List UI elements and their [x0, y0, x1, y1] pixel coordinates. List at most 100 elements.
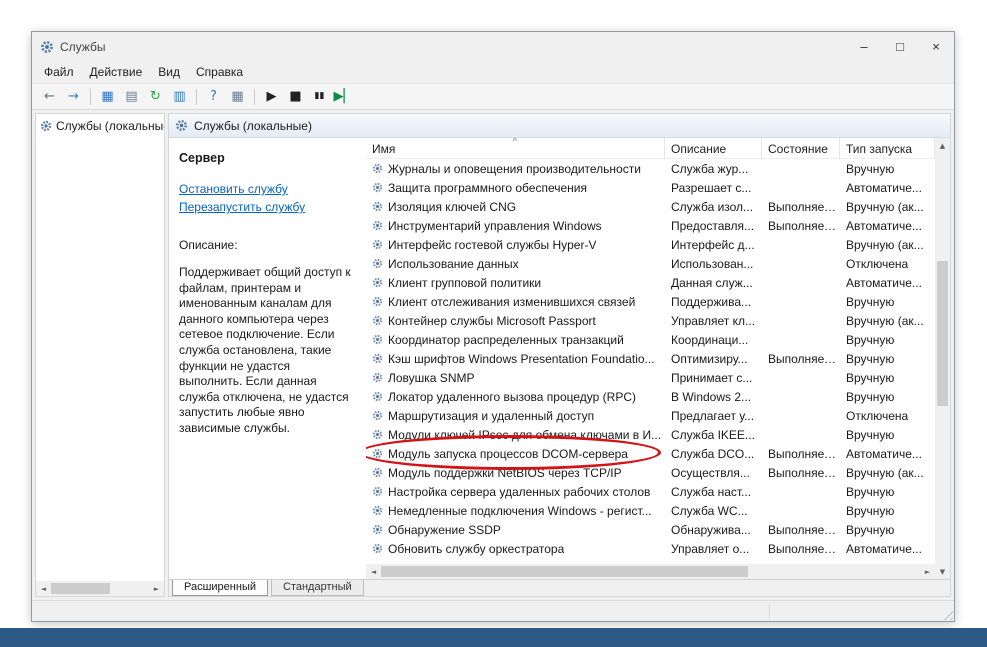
scroll-down-icon[interactable]: ▼	[935, 564, 950, 579]
menu-action[interactable]: Действие	[82, 62, 151, 82]
restart-service-button[interactable]: ▶▏	[332, 86, 355, 107]
stop-service-button[interactable]: ■	[284, 86, 307, 107]
service-gear-icon	[372, 486, 383, 497]
toolbar-separator	[196, 88, 197, 105]
service-name: Модуль запуска процессов DCOM-сервера	[388, 446, 628, 461]
service-startup-type: Вручную (ак...	[846, 465, 924, 480]
back-button[interactable]: ←	[38, 86, 61, 107]
table-vertical-scrollbar[interactable]: ▲ ▼	[935, 138, 950, 579]
service-gear-icon	[372, 524, 383, 535]
service-name: Настройка сервера удаленных рабочих стол…	[388, 484, 651, 499]
list-view-button[interactable]: ▦	[226, 86, 249, 107]
restart-service-link[interactable]: Перезапустить службу	[179, 200, 356, 214]
tab-standard[interactable]: Стандартный	[271, 580, 364, 596]
service-name: Модули ключей IPsec для обмена ключами в…	[388, 427, 661, 442]
services-app-icon	[40, 40, 54, 54]
service-name-cell: Локатор удаленного вызова процедур (RPC)	[366, 390, 665, 404]
service-name: Контейнер службы Microsoft Passport	[388, 313, 596, 328]
table-row[interactable]: Интерфейс гостевой службы Hyper-V Интерфе…	[366, 235, 935, 254]
menu-file[interactable]: Файл	[36, 62, 82, 82]
column-header-startup-type[interactable]: Тип запуска	[840, 138, 935, 158]
table-row[interactable]: Немедленные подключения Windows - регист…	[366, 501, 935, 520]
minimize-button[interactable]: –	[846, 32, 882, 61]
maximize-button[interactable]: □	[882, 32, 918, 61]
scroll-left-icon[interactable]: ◄	[36, 581, 51, 596]
services-table-body: Журналы и оповещения производительности С…	[366, 159, 935, 564]
service-name-cell: Координатор распределенных транзакций	[366, 333, 665, 347]
column-header-name[interactable]: ^ Имя	[366, 138, 665, 158]
export-list-button[interactable]: ▥	[168, 86, 191, 107]
forward-button[interactable]: →	[62, 86, 85, 107]
service-name-cell: Интерфейс гостевой службы Hyper-V	[366, 238, 665, 252]
start-service-icon: ▶	[266, 89, 277, 104]
table-row[interactable]: Модуль поддержки NetBIOS через TCP/IP Осу…	[366, 463, 935, 482]
table-row[interactable]: Клиент групповой политики Данная служ... А…	[366, 273, 935, 292]
resize-grip[interactable]	[940, 607, 953, 620]
table-hscroll-thumb[interactable]	[381, 566, 748, 577]
table-row[interactable]: Защита программного обеспечения Разрешает…	[366, 178, 935, 197]
service-name: Немедленные подключения Windows - регист…	[388, 503, 652, 518]
service-startup-type: Вручную	[846, 389, 895, 404]
stop-service-link[interactable]: Остановить службу	[179, 182, 356, 196]
table-row[interactable]: Координатор распределенных транзакций Коо…	[366, 330, 935, 349]
service-description: Служба изол...	[671, 199, 754, 214]
table-row[interactable]: Настройка сервера удаленных рабочих стол…	[366, 482, 935, 501]
table-vscroll-thumb[interactable]	[937, 261, 948, 406]
table-row[interactable]: Инструментарий управления Windows Предост…	[366, 216, 935, 235]
tree-scroll-track[interactable]	[51, 581, 149, 596]
refresh-button[interactable]: ↻	[144, 86, 167, 107]
tree-horizontal-scrollbar[interactable]: ◄ ►	[36, 581, 164, 596]
column-header-status[interactable]: Состояние	[762, 138, 840, 158]
service-description: Осуществля...	[671, 465, 750, 480]
table-row[interactable]: Изоляция ключей CNG Служба изол... Выполня…	[366, 197, 935, 216]
service-gear-icon	[372, 334, 383, 345]
tree-scroll-thumb[interactable]	[51, 583, 110, 594]
export-list-icon: ▥	[173, 89, 186, 104]
table-row[interactable]: Использование данных Использован... Отключ…	[366, 254, 935, 273]
close-button[interactable]: ×	[918, 32, 954, 61]
tree-item-label: Службы (локальные)	[56, 119, 164, 133]
show-console-tree-button[interactable]: ▦	[96, 86, 119, 107]
service-name: Модуль поддержки NetBIOS через TCP/IP	[388, 465, 622, 480]
start-service-button[interactable]: ▶	[260, 86, 283, 107]
page-bottom-bar	[0, 628, 987, 647]
service-name-cell: Использование данных	[366, 257, 665, 271]
table-row[interactable]: Локатор удаленного вызова процедур (RPC)…	[366, 387, 935, 406]
column-header-description[interactable]: Описание	[665, 138, 762, 158]
status-bar	[32, 600, 954, 621]
scroll-right-icon[interactable]: ►	[920, 564, 935, 579]
table-row[interactable]: Обнаружение SSDP Обнаружива... Выполняется…	[366, 520, 935, 539]
pause-service-button[interactable]: ▮▮	[308, 86, 331, 107]
service-name-cell: Немедленные подключения Windows - регист…	[366, 504, 665, 518]
tree-item-services-local[interactable]: Службы (локальные)	[36, 114, 164, 137]
service-startup-type: Вручную	[846, 370, 895, 385]
menu-help[interactable]: Справка	[188, 62, 251, 82]
table-row[interactable]: Модуль запуска процессов DCOM-сервера Слу…	[366, 435, 935, 470]
properties-button[interactable]: ▤	[120, 86, 143, 107]
service-name-cell: Контейнер службы Microsoft Passport	[366, 314, 665, 328]
table-row[interactable]: Маршрутизация и удаленный доступ Предлага…	[366, 406, 935, 425]
tab-extended[interactable]: Расширенный	[172, 580, 268, 596]
service-gear-icon	[372, 505, 383, 516]
service-gear-icon	[372, 410, 383, 421]
service-description: Данная служ...	[671, 275, 753, 290]
table-row[interactable]: Клиент отслеживания изменившихся связей П…	[366, 292, 935, 311]
table-row[interactable]: Контейнер службы Microsoft Passport Управ…	[366, 311, 935, 330]
table-hscroll-track[interactable]	[381, 564, 920, 579]
service-gear-icon	[372, 353, 383, 364]
table-row[interactable]: Журналы и оповещения производительности С…	[366, 159, 935, 178]
service-name: Защита программного обеспечения	[388, 180, 587, 195]
table-horizontal-scrollbar[interactable]: ◄ ►	[366, 564, 935, 579]
table-row[interactable]: Кэш шрифтов Windows Presentation Foundat…	[366, 349, 935, 368]
table-row[interactable]: Ловушка SNMP Принимает с... Вручную	[366, 368, 935, 387]
restart-service-icon: ▶▏	[333, 89, 354, 104]
table-row[interactable]: Модули ключей IPsec для обмена ключами в…	[366, 425, 935, 444]
scroll-left-icon[interactable]: ◄	[366, 564, 381, 579]
table-vscroll-track[interactable]	[935, 153, 950, 564]
table-row[interactable]: Обновить службу оркестратора Управляет о.…	[366, 539, 935, 558]
scroll-up-icon[interactable]: ▲	[935, 138, 950, 153]
help-button[interactable]: ?	[202, 86, 225, 107]
menu-view[interactable]: Вид	[150, 62, 188, 82]
scroll-right-icon[interactable]: ►	[149, 581, 164, 596]
service-description: Координаци...	[671, 332, 749, 347]
